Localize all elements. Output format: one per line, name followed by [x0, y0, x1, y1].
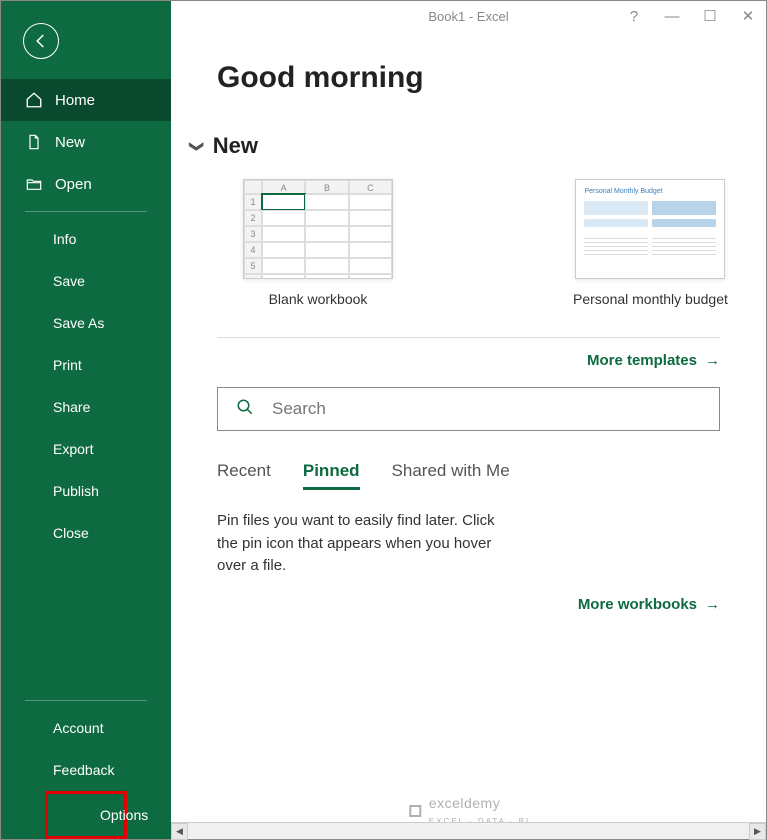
section-title: New — [213, 133, 258, 159]
document-icon — [25, 133, 43, 151]
scroll-right-button[interactable]: ▶ — [749, 823, 766, 840]
nav-label: Open — [55, 176, 92, 193]
nav-close[interactable]: Close — [1, 512, 171, 554]
divider — [25, 211, 147, 212]
close-button[interactable]: ✕ — [736, 7, 760, 25]
greeting-heading: Good morning — [217, 61, 766, 95]
more-workbooks-link[interactable]: More workbooks → — [171, 596, 720, 613]
divider — [25, 700, 147, 701]
folder-open-icon — [25, 175, 43, 193]
arrow-right-icon: → — [705, 596, 720, 613]
help-button[interactable]: ? — [622, 8, 646, 25]
chevron-down-icon: ❯ — [188, 140, 205, 152]
tab-recent[interactable]: Recent — [217, 461, 271, 490]
template-thumb: Personal Monthly Budget — [575, 179, 725, 279]
nav-label: New — [55, 134, 85, 151]
template-label: Blank workbook — [269, 291, 368, 307]
horizontal-scrollbar[interactable]: ◀ ▶ — [171, 822, 766, 839]
nav-feedback[interactable]: Feedback — [1, 749, 171, 791]
file-menu-sidebar: Home New Open Info Save Save As Print Sh… — [1, 1, 171, 839]
nav-save[interactable]: Save — [1, 260, 171, 302]
scroll-left-button[interactable]: ◀ — [171, 823, 188, 840]
nav-publish[interactable]: Publish — [1, 470, 171, 512]
template-label: Personal monthly budget — [573, 291, 728, 307]
divider — [217, 337, 720, 338]
search-box[interactable] — [217, 387, 720, 431]
pinned-empty-message: Pin files you want to easily find later.… — [217, 510, 517, 578]
tab-shared[interactable]: Shared with Me — [392, 461, 510, 490]
home-icon — [25, 91, 43, 109]
nav-new[interactable]: New — [1, 121, 171, 163]
new-section-header[interactable]: ❯ New — [191, 133, 766, 159]
nav-export[interactable]: Export — [1, 428, 171, 470]
nav-print[interactable]: Print — [1, 344, 171, 386]
more-templates-link[interactable]: More templates → — [171, 352, 720, 369]
window-title: Book1 - Excel — [428, 9, 508, 24]
search-icon — [236, 398, 254, 421]
maximize-button[interactable]: ☐ — [698, 7, 722, 25]
nav-home[interactable]: Home — [1, 79, 171, 121]
titlebar: Book1 - Excel ? — ☐ ✕ — [171, 1, 766, 31]
back-button[interactable] — [23, 23, 59, 59]
search-input[interactable] — [272, 399, 701, 419]
nav-account[interactable]: Account — [1, 707, 171, 749]
tab-pinned[interactable]: Pinned — [303, 461, 360, 490]
minimize-button[interactable]: — — [660, 8, 684, 25]
template-thumb: ABC 1 2 3 4 5 6 — [243, 179, 393, 279]
nav-share[interactable]: Share — [1, 386, 171, 428]
file-tabs: Recent Pinned Shared with Me — [217, 461, 766, 490]
nav-label: Home — [55, 92, 95, 109]
main-content: Book1 - Excel ? — ☐ ✕ Good morning ❯ New… — [171, 1, 766, 839]
template-blank-workbook[interactable]: ABC 1 2 3 4 5 6 Blank workbook — [243, 179, 393, 307]
nav-info[interactable]: Info — [1, 218, 171, 260]
template-personal-budget[interactable]: Personal Monthly Budget Personal monthly… — [573, 179, 728, 307]
nav-open[interactable]: Open — [1, 163, 171, 205]
nav-options[interactable]: Options — [45, 791, 127, 839]
nav-saveas[interactable]: Save As — [1, 302, 171, 344]
arrow-right-icon: → — [705, 352, 720, 369]
